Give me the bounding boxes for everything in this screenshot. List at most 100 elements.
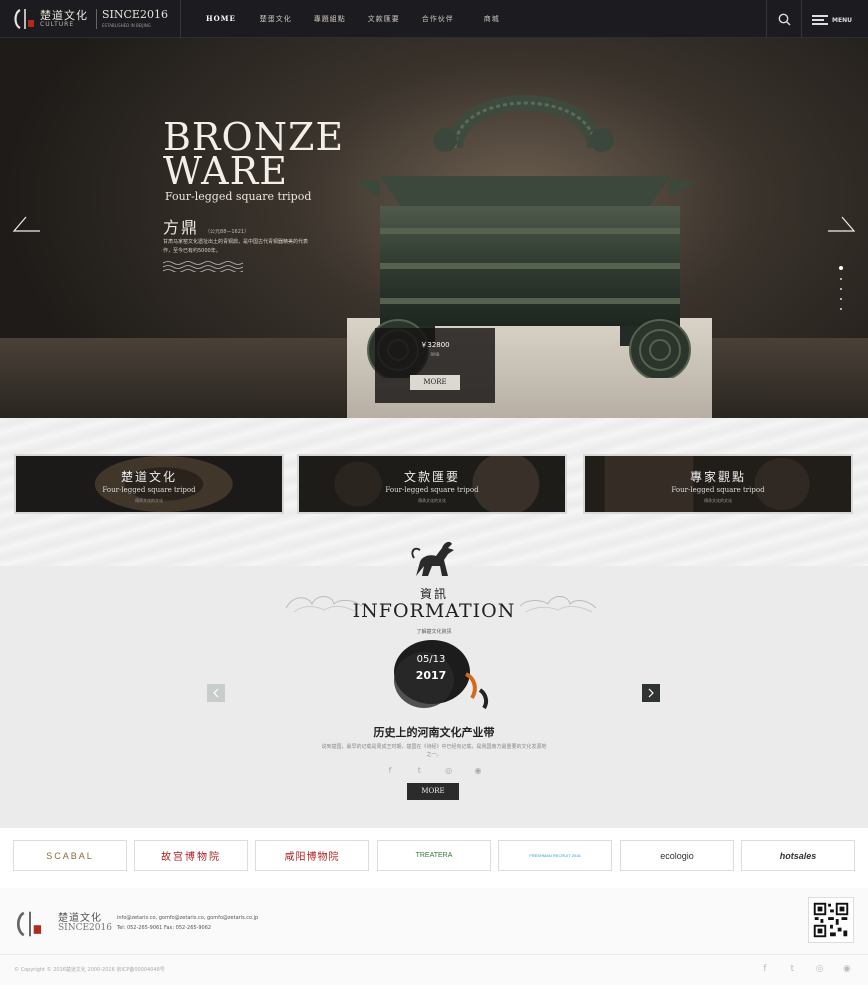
wechat-icon[interactable]: ◎	[813, 962, 827, 976]
footer-phone: Tel: 052-265-9061 Fax: 052-265-9062	[117, 925, 212, 931]
news-date-md: 05/13	[416, 654, 446, 665]
weibo-icon[interactable]: ◉	[840, 962, 854, 976]
news-next-button[interactable]	[642, 684, 660, 702]
footer-social-icons: f t ◎ ◉	[758, 962, 854, 976]
news-share-icons: f t ◎ ◉	[384, 765, 484, 777]
slide-dot[interactable]	[840, 288, 842, 290]
partner-name: 故宫博物院	[161, 852, 221, 863]
category-caption: 傳承文化的文化	[418, 498, 446, 503]
nav-topics[interactable]: 專題組點	[314, 0, 346, 38]
hamburger-icon	[812, 14, 828, 26]
hero-name-cn: 方鼎 （公元88—1621）	[163, 218, 250, 237]
logo-mark-icon	[14, 9, 34, 29]
header-divider	[801, 0, 802, 38]
search-icon[interactable]	[778, 13, 791, 26]
partner-logo-scabal[interactable]: SCABAL	[13, 840, 127, 871]
slide-dot[interactable]	[839, 266, 843, 270]
category-subtitle: Four-legged square tripod	[671, 486, 765, 494]
twitter-icon[interactable]: t	[785, 962, 799, 976]
logo-since-sub: ESTABLISHED IN BEIJING	[102, 23, 151, 28]
logo-divider	[96, 9, 97, 29]
news-prev-button[interactable]	[207, 684, 225, 702]
slide-dot[interactable]	[840, 298, 842, 300]
hero-title: BRONZE WARE	[163, 115, 345, 193]
facebook-icon[interactable]: f	[384, 765, 396, 777]
hero-description: 甘肃马家窑文化遗址出土的青铜鼎，是中国古代青铜器精美的代表作，至今已有约5000…	[163, 239, 309, 254]
nav-articles[interactable]: 文款匯要	[368, 0, 400, 38]
twitter-icon[interactable]: t	[413, 765, 425, 777]
prev-slide-arrow-icon[interactable]	[12, 215, 42, 233]
partner-logo-palace-museum[interactable]: 故宫博物院	[134, 840, 248, 871]
weibo-icon[interactable]: ◉	[472, 765, 484, 777]
footer-divider	[0, 954, 868, 955]
footer-contact: info@zetaris.co, gomfo@zetaris.co, gomfo…	[117, 913, 317, 933]
category-title: 文款匯要	[403, 470, 460, 484]
news-date-year: 2017	[415, 669, 447, 682]
header-divider	[180, 0, 181, 38]
site-header: 楚道文化 CULTURE SINCE2016 ESTABLISHED IN BE…	[0, 0, 868, 38]
price-card: ￥32800 RMB MORE	[375, 328, 495, 403]
facebook-icon[interactable]: f	[758, 962, 772, 976]
partner-name: TREATERA	[415, 852, 453, 859]
partner-logo-ecologio[interactable]: ecologio	[620, 840, 734, 871]
wave-ornament-icon	[163, 261, 243, 272]
category-caption: 傳承文化的文化	[704, 498, 732, 503]
partner-name: hotsales	[779, 850, 817, 861]
info-heading-en: INFORMATION	[352, 600, 516, 622]
category-title: 專家觀點	[689, 470, 746, 484]
header-divider	[766, 0, 767, 38]
partner-name: ecologio	[660, 850, 694, 861]
partner-logo-treatera[interactable]: TREATERA	[377, 840, 491, 871]
partner-logo-freshman[interactable]: FRESHMAN RECRUIT 2016	[498, 840, 612, 871]
info-more-button[interactable]: MORE	[407, 783, 459, 800]
news-title[interactable]: 历史上的河南文化产业带	[0, 724, 868, 740]
logo-mark-icon	[16, 911, 42, 937]
category-subtitle: Four-legged square tripod	[385, 486, 479, 494]
footer-logo-cn: 楚道文化	[58, 913, 102, 924]
slide-dot[interactable]	[840, 308, 842, 310]
wechat-icon[interactable]: ◎	[443, 765, 455, 777]
hero-more-button[interactable]: MORE	[410, 375, 460, 390]
info-tagline: 了解楚文化資訊	[416, 629, 452, 635]
logo-since: SINCE2016	[102, 8, 168, 21]
category-card-experts[interactable]: 專家觀點 Four-legged square tripod 傳承文化的文化	[583, 454, 853, 514]
hero-subtitle: Four-legged square tripod	[165, 190, 312, 203]
menu-label: MENU	[832, 16, 852, 24]
price-unit: RMB	[430, 352, 440, 357]
qr-code-icon	[808, 897, 854, 943]
logo-text-en: CULTURE	[40, 21, 75, 28]
category-card-articles[interactable]: 文款匯要 Four-legged square tripod 傳承文化的文化	[297, 454, 567, 514]
cloud-ornament-icon	[519, 596, 597, 613]
news-date-badge: 05/13 2017	[388, 638, 500, 716]
footer-logo[interactable]: 楚道文化 SINCE2016	[14, 905, 124, 941]
partner-logo-hotsales[interactable]: hotsales	[741, 840, 855, 871]
partner-name: FRESHMAN RECRUIT 2016	[529, 853, 581, 858]
category-subtitle: Four-legged square tripod	[102, 486, 196, 494]
menu-button[interactable]: MENU	[812, 13, 860, 27]
cloud-ornament-icon	[285, 596, 363, 613]
nav-partners[interactable]: 合作伙伴	[422, 0, 454, 38]
partner-name: 咸阳博物院	[284, 852, 340, 863]
copyright-text: © Copyright © 2016楚道文化 2000-2016 京ICP备00…	[14, 967, 165, 973]
category-card-culture[interactable]: 楚道文化 Four-legged square tripod 傳承文化的文化	[14, 454, 284, 514]
partners-bar: SCABAL 故宫博物院 咸阳博物院 TREATERA FRESHMAN REC…	[0, 828, 868, 888]
nav-culture[interactable]: 楚蛋文化	[260, 0, 292, 38]
site-logo[interactable]: 楚道文化 CULTURE SINCE2016 ESTABLISHED IN BE…	[12, 7, 168, 31]
hero-slider: BRONZE WARE Four-legged square tripod 方鼎…	[0, 38, 868, 418]
main-nav: HOME 楚蛋文化 專題組點 文款匯要 合作伙伴 商城	[206, 0, 500, 38]
footer-emails: info@zetaris.co, gomfo@zetaris.co, gomfo…	[117, 915, 259, 921]
category-title: 楚道文化	[120, 470, 177, 484]
news-description: 说到楚国，最早的记载是周成王时期，楚国在《诗经》中已经有记载，是我国南方最重要的…	[321, 744, 547, 758]
category-caption: 傳承文化的文化	[135, 498, 163, 503]
partner-name: SCABAL	[46, 850, 94, 861]
footer-logo-since: SINCE2016	[58, 923, 112, 933]
hero-period: （公元88—1621）	[205, 229, 250, 235]
nav-shop[interactable]: 商城	[484, 0, 500, 38]
slide-dot[interactable]	[840, 278, 842, 280]
price-value: ￥32800	[420, 341, 450, 349]
partner-logo-xianyang-museum[interactable]: 咸阳博物院	[255, 840, 369, 871]
next-slide-arrow-icon[interactable]	[826, 215, 856, 233]
slide-indicators	[839, 266, 843, 318]
dragon-emblem-icon	[411, 541, 454, 576]
nav-home[interactable]: HOME	[206, 0, 236, 38]
